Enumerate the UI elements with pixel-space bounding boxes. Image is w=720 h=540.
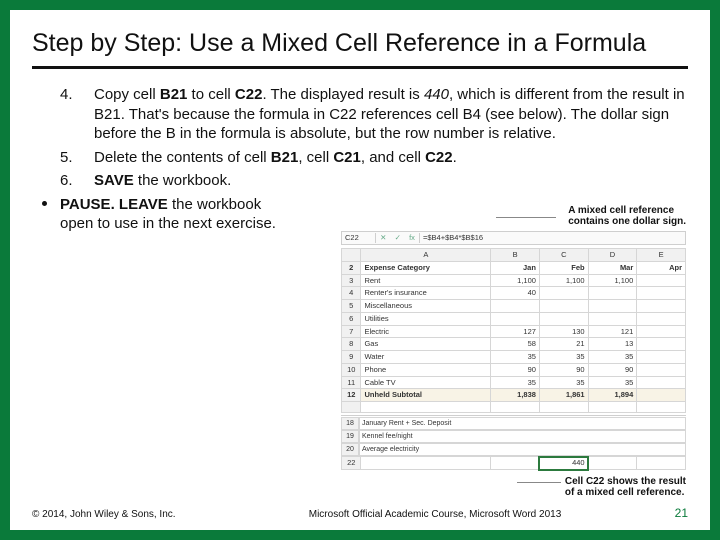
cell-c22: 440 (539, 457, 588, 470)
step-text: Delete the contents of cell B21, cell C2… (94, 149, 457, 166)
table-row: 10 Phone909090 (342, 363, 686, 376)
step-number: 6. (60, 171, 73, 191)
table-row: 18January Rent + Sec. Deposit (341, 417, 686, 430)
course-name: Microsoft Official Academic Course, Micr… (212, 509, 658, 520)
callout-leader-line (496, 217, 556, 218)
slide: Step by Step: Use a Mixed Cell Reference… (10, 10, 710, 530)
formula-text: =$B4+$B4*$B$16 (420, 233, 685, 243)
callout-top: A mixed cell reference contains one doll… (568, 205, 686, 227)
table-row: 8 Gas582113 (342, 338, 686, 351)
table-row: 12Unheld Subtotal1,8381,8611,894 (342, 389, 686, 402)
figure-excel: A mixed cell reference contains one doll… (341, 211, 686, 470)
table-row: 4Renter's insurance40 (342, 287, 686, 300)
content-area: 4. Copy cell B21 to cell C22. The displa… (32, 85, 688, 234)
table-row: 19Kennel fee/night (341, 430, 686, 443)
table-row: 20Average electricity (341, 443, 686, 456)
pause-text: PAUSE. LEAVE the workbook open to use in… (60, 195, 290, 234)
column-headers: A B C D E (342, 249, 686, 262)
copyright: © 2014, John Wiley & Sons, Inc. (32, 509, 212, 520)
table-row: 11 Cable TV353535 (342, 376, 686, 389)
table-row: 3Rent1,1001,1001,100 (342, 274, 686, 287)
step-6: 6. SAVE the workbook. (94, 171, 688, 191)
step-text: SAVE the workbook. (94, 172, 231, 189)
slide-title: Step by Step: Use a Mixed Cell Reference… (32, 28, 688, 69)
formula-bar: C22 ✕ ✓ fx =$B4+$B4*$B$16 (341, 231, 686, 245)
spreadsheet-grid: A B C D E 2Expense CategoryJanFebMarApr3… (341, 248, 686, 413)
table-row: 6Utilities (342, 312, 686, 325)
step-4: 4. Copy cell B21 to cell C22. The displa… (94, 85, 688, 144)
table-row: 7 Electric127130121 (342, 325, 686, 338)
step-number: 4. (60, 85, 73, 105)
cancel-icon: ✕ (380, 233, 386, 243)
callout-bottom: Cell C22 shows the result of a mixed cel… (565, 476, 686, 498)
bullet-icon (42, 201, 47, 206)
name-box: C22 (342, 233, 376, 243)
selection-row-table: 22 440 (341, 456, 686, 470)
formula-bar-icons: ✕ ✓ fx (376, 233, 420, 243)
step-list: 4. Copy cell B21 to cell C22. The displa… (32, 85, 688, 191)
step-number: 5. (60, 148, 73, 168)
table-row: 2Expense CategoryJanFebMarApr (342, 261, 686, 274)
table-row: 5Miscellaneous (342, 300, 686, 313)
page-number: 21 (658, 506, 688, 520)
lower-rows: 18January Rent + Sec. Deposit19Kennel fe… (341, 415, 686, 456)
table-row: 9 Water353535 (342, 351, 686, 364)
enter-icon: ✓ (395, 233, 401, 243)
fx-icon: fx (409, 233, 415, 243)
callout-leader-line (517, 482, 561, 483)
step-5: 5. Delete the contents of cell B21, cell… (94, 148, 688, 168)
row-22: 22 440 (342, 457, 686, 470)
step-text: Copy cell B21 to cell C22. The displayed… (94, 86, 685, 142)
table-row (342, 402, 686, 413)
footer: © 2014, John Wiley & Sons, Inc. Microsof… (32, 506, 688, 520)
